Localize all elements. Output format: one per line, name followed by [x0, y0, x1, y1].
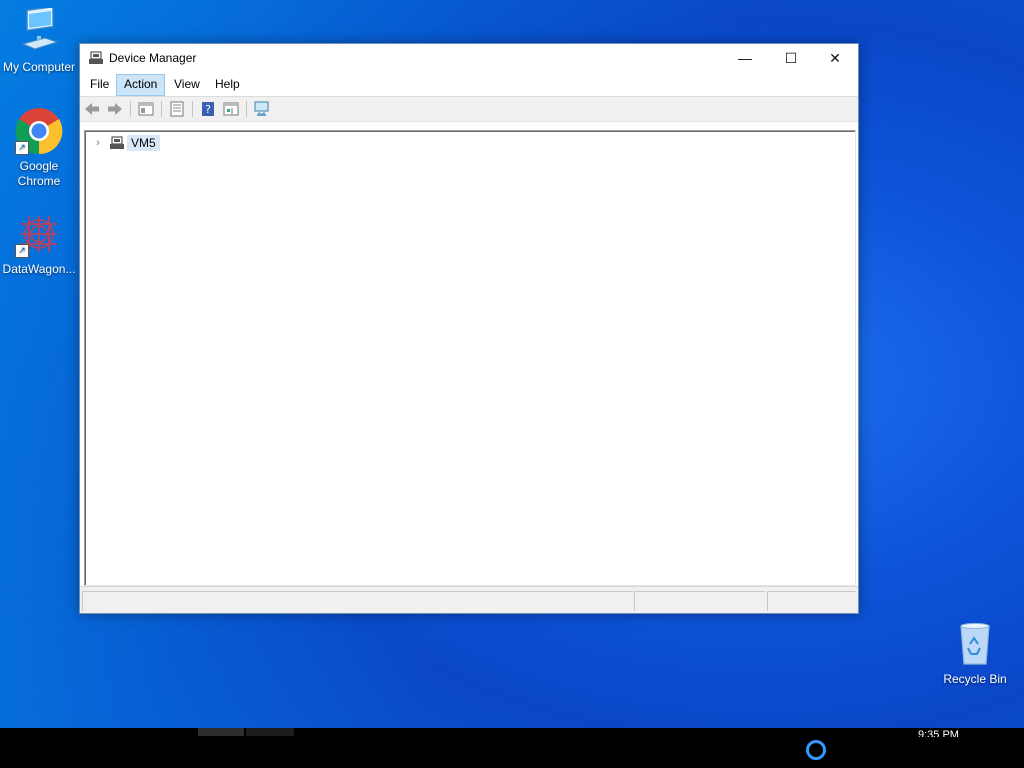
status-pane-tertiary [767, 591, 856, 611]
forward-icon[interactable] [106, 100, 124, 118]
toolbar: ? [80, 96, 858, 122]
toolbar-separator [246, 101, 247, 117]
scan-hardware-icon[interactable] [253, 100, 271, 118]
tree-node-computer[interactable]: › VM5 [91, 134, 160, 151]
toolbar-separator [192, 101, 193, 117]
shortcut-arrow-icon: ↗ [15, 244, 29, 258]
menu-view[interactable]: View [167, 74, 207, 94]
menu-action[interactable]: Action [116, 74, 166, 96]
device-manager-icon [88, 50, 104, 66]
device-tree-pane[interactable]: › VM5 [84, 130, 856, 586]
status-bar [80, 586, 858, 613]
action-pane-icon[interactable] [222, 100, 240, 118]
console-tree-icon[interactable] [137, 100, 155, 118]
desktop-icon-datawagon[interactable]: ↗ DataWagon... [0, 210, 78, 277]
desktop-icon-label: Google Chrome [17, 159, 61, 188]
menu-bar: File Action View Help [80, 72, 858, 96]
toolbar-separator [130, 101, 131, 117]
taskbar [0, 728, 1024, 768]
status-pane-main [82, 591, 633, 611]
shortcut-arrow-icon: ↗ [15, 141, 29, 155]
taskbar-app-button[interactable] [198, 728, 244, 736]
help-icon[interactable]: ? [199, 100, 217, 118]
toolbar-separator [161, 101, 162, 117]
taskbar-app-button[interactable] [246, 728, 294, 736]
status-pane-secondary [634, 591, 765, 611]
desktop-icon-google-chrome[interactable]: ↗ Google Chrome [0, 107, 78, 189]
computer-icon [15, 5, 63, 56]
chrome-icon: ↗ [15, 107, 63, 155]
desktop-icon-label: DataWagon... [2, 262, 76, 276]
expand-chevron-icon[interactable]: › [91, 136, 105, 150]
back-icon[interactable] [83, 100, 101, 118]
taskbar-clock[interactable]: 9:35 PM [918, 729, 959, 737]
recycle-bin-icon [951, 620, 999, 668]
svg-text:?: ? [205, 103, 211, 116]
menu-file[interactable]: File [83, 74, 116, 94]
minimize-button[interactable]: — [722, 44, 768, 72]
datawagon-icon: ↗ [15, 210, 63, 258]
properties-icon[interactable] [168, 100, 186, 118]
computer-node-icon [109, 135, 125, 151]
desktop-icon-label: My Computer [2, 60, 76, 74]
window-title: Device Manager [109, 51, 197, 65]
cortana-icon[interactable] [806, 740, 826, 760]
tree-node-label: VM5 [127, 134, 160, 151]
close-button[interactable]: ✕ [812, 44, 858, 72]
desktop-icon-my-computer[interactable]: My Computer [0, 5, 78, 75]
maximize-button[interactable]: ☐ [768, 44, 814, 72]
title-bar[interactable]: Device Manager — ☐ ✕ [80, 44, 858, 72]
menu-help[interactable]: Help [208, 74, 247, 94]
device-manager-window: Device Manager — ☐ ✕ File Action View He… [79, 43, 859, 614]
desktop-icon-label: Recycle Bin [943, 672, 1007, 686]
desktop-icon-recycle-bin[interactable]: Recycle Bin [936, 620, 1014, 687]
